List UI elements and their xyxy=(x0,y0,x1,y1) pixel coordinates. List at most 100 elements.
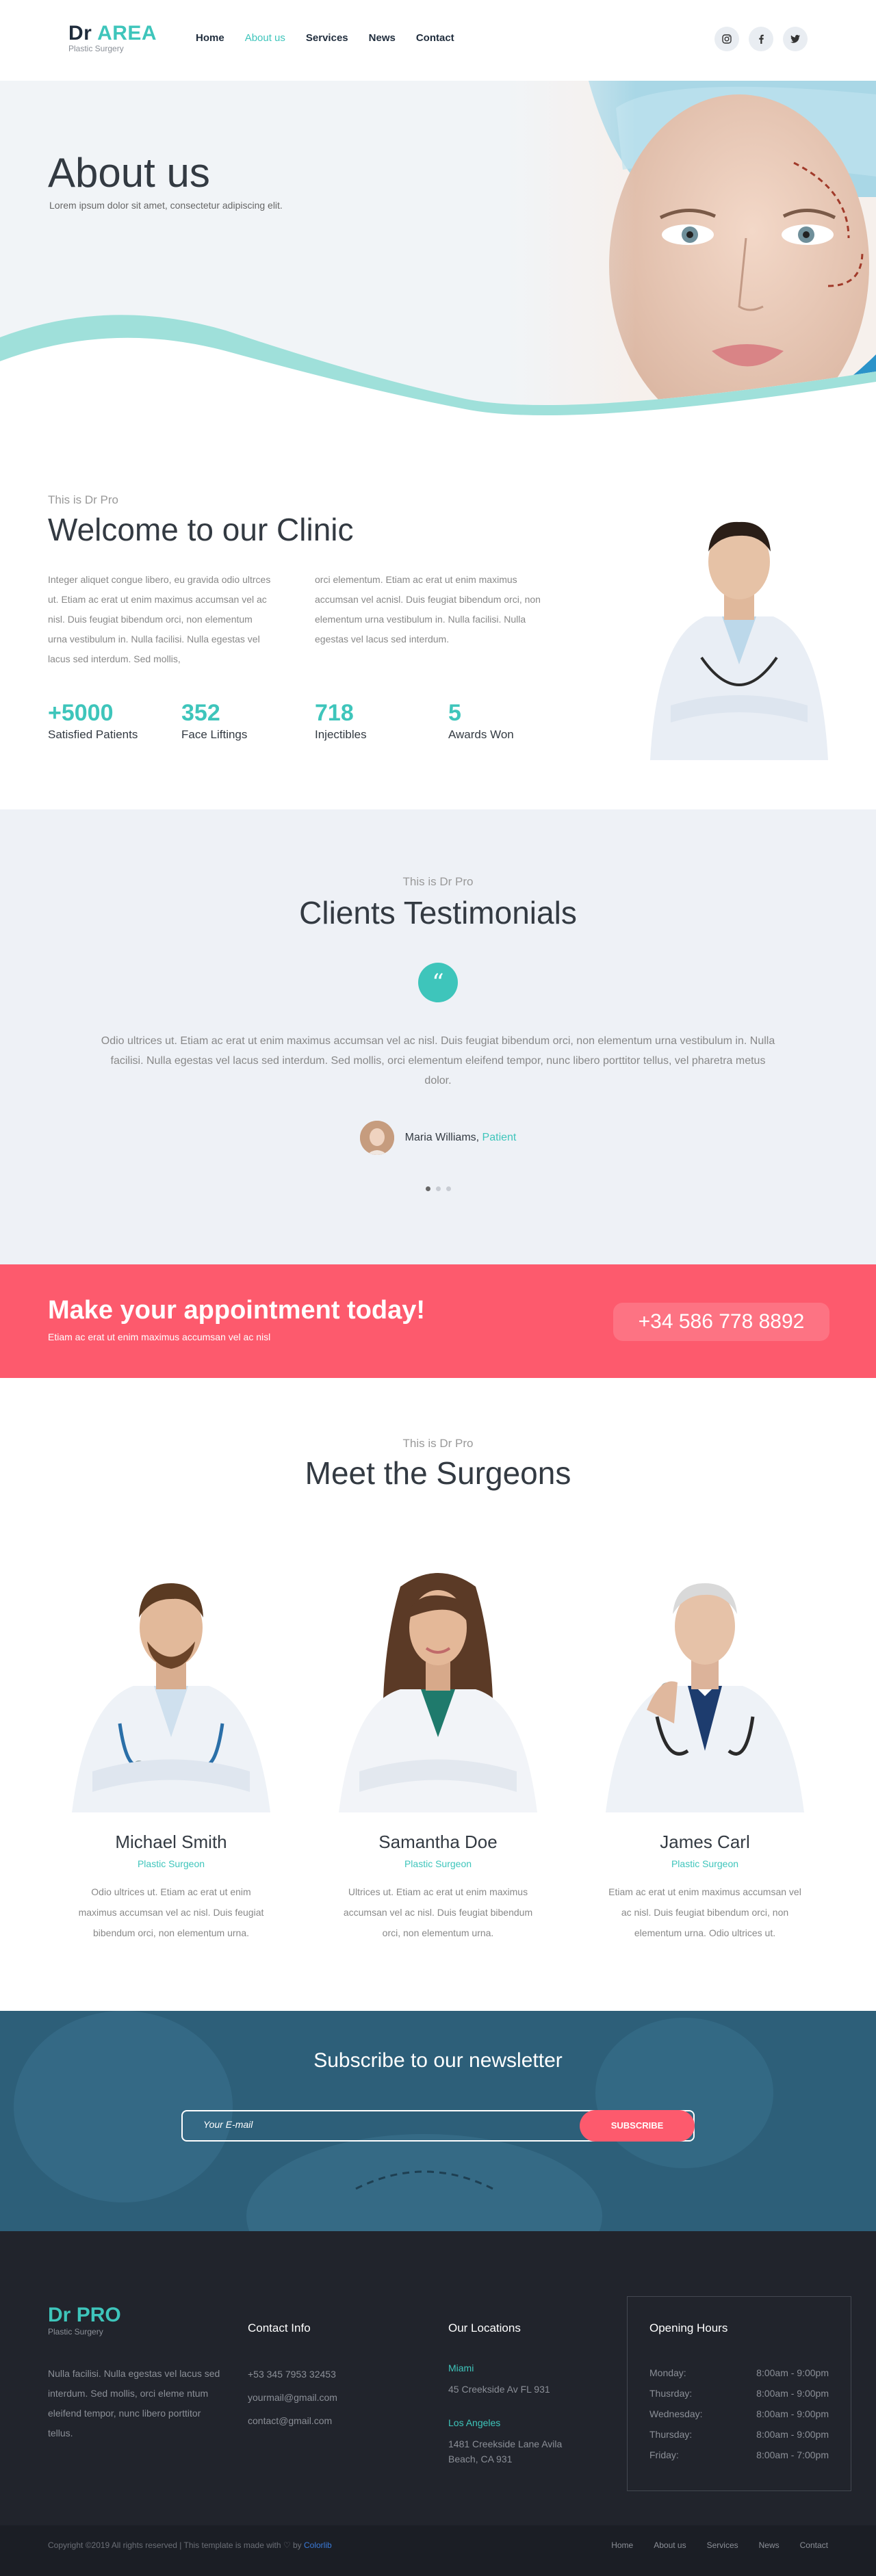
surgeons-section: This is Dr Pro Meet the Surgeons Michael… xyxy=(0,1378,876,2011)
email-input[interactable] xyxy=(203,2119,477,2130)
author-name: Maria Williams, Patient xyxy=(405,1132,517,1144)
nav-about[interactable]: About us xyxy=(245,32,285,44)
stat-item: 718 Injectibles xyxy=(315,700,448,742)
hours-time: 8:00am - 9:00pm xyxy=(756,2388,829,2399)
social-links xyxy=(714,27,808,51)
footer-nav-contact[interactable]: Contact xyxy=(800,2540,828,2550)
surgeon-description: Odio ultrices ut. Etiam ac erat ut enim … xyxy=(78,1886,264,1938)
doctor-photo xyxy=(650,521,828,760)
surgeon-role: Plastic Surgeon xyxy=(404,1858,472,1869)
newsletter-title: Subscribe to our newsletter xyxy=(313,2049,563,2072)
footer-nav-services[interactable]: Services xyxy=(707,2540,738,2550)
hours-row: Thursday: 8:00am - 9:00pm xyxy=(649,2424,829,2445)
opening-hours-box: Opening Hours Monday: 8:00am - 9:00pm Thu… xyxy=(627,2296,851,2491)
carousel-dot[interactable] xyxy=(435,1186,441,1191)
stat-number: +5000 xyxy=(48,700,114,726)
stat-item: +5000 Satisfied Patients xyxy=(48,700,181,742)
hours-time: 8:00am - 9:00pm xyxy=(756,2408,829,2419)
hero-subtitle: Lorem ipsum dolor sit amet, consectetur … xyxy=(49,200,283,211)
surgeon-name: Samantha Doe xyxy=(378,1832,498,1852)
main-nav: Home About us Services News Contact xyxy=(196,32,475,44)
facebook-icon[interactable] xyxy=(749,27,773,51)
surgeon-description: Etiam ac erat ut enim maximus accumsan v… xyxy=(608,1886,801,1938)
appointment-banner: Make your appointment today! Etiam ac er… xyxy=(0,1264,876,1378)
hours-day: Monday: xyxy=(649,2367,686,2378)
hero-wave-decoration xyxy=(0,315,876,426)
surgeon-photo xyxy=(592,1546,818,1812)
footer-logo-subtitle: Plastic Surgery xyxy=(48,2327,103,2337)
newsletter-section: Subscribe to our newsletter SUBSCRIBE xyxy=(0,2011,876,2231)
welcome-section: This is Dr Pro Welcome to our Clinic Int… xyxy=(0,426,876,809)
hours-time: 8:00am - 7:00pm xyxy=(756,2449,829,2460)
footer-nav-news[interactable]: News xyxy=(759,2540,780,2550)
carousel-dots xyxy=(0,1186,876,1191)
footer-logo-main: Dr xyxy=(48,2304,77,2326)
stat-label: Awards Won xyxy=(448,728,514,741)
surgeon-description: Ultrices ut. Etiam ac erat ut enim maxim… xyxy=(343,1886,533,1938)
stat-number: 718 xyxy=(315,700,354,726)
copyright-text: Copyright ©2019 All rights reserved | Th… xyxy=(48,2540,332,2550)
footer-nav-home[interactable]: Home xyxy=(611,2540,633,2550)
quote-icon: “ xyxy=(418,963,458,1002)
author-role: Patient xyxy=(482,1132,517,1143)
footer-logo-accent: PRO xyxy=(76,2304,121,2326)
stat-number: 5 xyxy=(448,700,461,726)
newsletter-form: SUBSCRIBE xyxy=(181,2110,695,2142)
surgeon-photo xyxy=(58,1546,284,1812)
footer-nav-about[interactable]: About us xyxy=(654,2540,686,2550)
footer-locations-title: Our Locations xyxy=(448,2321,521,2334)
footer-logo-text: Dr PRO xyxy=(48,2304,121,2327)
appointment-title: Make your appointment today! xyxy=(48,1296,426,1325)
welcome-text-col-2: orci elementum. Etiam ac erat ut enim ma… xyxy=(315,574,541,645)
location-city: Miami xyxy=(448,2363,474,2373)
surgeons-eyebrow: This is Dr Pro xyxy=(402,1437,474,1450)
logo-subtitle: Plastic Surgery xyxy=(68,44,124,53)
site-logo[interactable]: Dr AREA Plastic Surgery xyxy=(68,22,157,53)
twitter-icon[interactable] xyxy=(783,27,808,51)
footer-bottom-bar: Copyright ©2019 All rights reserved | Th… xyxy=(0,2525,876,2576)
stat-item: 352 Face Liftings xyxy=(181,700,315,742)
testimonial-author: Maria Williams, Patient xyxy=(0,1121,876,1155)
footer-contact-title: Contact Info xyxy=(248,2321,311,2334)
colorlib-link[interactable]: Colorlib xyxy=(304,2540,332,2550)
footer-locations: Our Locations Miami 45 Creekside Av FL 9… xyxy=(448,2321,585,2487)
logo-accent: AREA xyxy=(97,22,157,44)
testimonial-text: Odio ultrices ut. Etiam ac erat ut enim … xyxy=(101,1035,775,1087)
hours-row: Wednesday: 8:00am - 9:00pm xyxy=(649,2404,829,2424)
logo-text: Dr AREA xyxy=(68,22,157,45)
carousel-dot[interactable] xyxy=(425,1186,430,1191)
site-footer: Dr PRO Plastic Surgery Nulla facilisi. N… xyxy=(0,2231,876,2525)
welcome-title: Welcome to our Clinic xyxy=(48,512,354,547)
hours-day: Thusrday: xyxy=(649,2388,693,2399)
nav-contact[interactable]: Contact xyxy=(416,32,454,44)
testimonials-title: Clients Testimonials xyxy=(299,895,577,931)
footer-logo[interactable]: Dr PRO Plastic Surgery xyxy=(48,2304,121,2337)
footer-phone[interactable]: +53 345 7953 32453 xyxy=(248,2363,337,2386)
location-address: 1481 Creekside Lane Avila Beach, CA 931 xyxy=(448,2438,563,2464)
hero-banner: About us Lorem ipsum dolor sit amet, con… xyxy=(0,81,876,426)
hours-day: Friday: xyxy=(649,2449,679,2460)
nav-services[interactable]: Services xyxy=(306,32,348,44)
hours-time: 8:00am - 9:00pm xyxy=(756,2367,829,2378)
welcome-eyebrow: This is Dr Pro xyxy=(48,493,118,506)
location-city: Los Angeles xyxy=(448,2417,501,2428)
hours-time: 8:00am - 9:00pm xyxy=(756,2429,829,2440)
subscribe-button[interactable]: SUBSCRIBE xyxy=(580,2110,695,2142)
surgeon-name: James Carl xyxy=(660,1832,750,1852)
footer-email[interactable]: contact@gmail.com xyxy=(248,2409,337,2432)
copyright-main: Copyright ©2019 All rights reserved | Th… xyxy=(48,2540,304,2550)
carousel-dot[interactable] xyxy=(446,1186,451,1191)
testimonials-section: This is Dr Pro Clients Testimonials “ Od… xyxy=(0,809,876,1264)
surgeon-card: James Carl Plastic Surgeon Etiam ac erat… xyxy=(592,1546,818,1943)
nav-home[interactable]: Home xyxy=(196,32,224,44)
stat-label: Injectibles xyxy=(315,728,367,741)
nav-news[interactable]: News xyxy=(369,32,396,44)
instagram-icon[interactable] xyxy=(714,27,739,51)
phone-button[interactable]: +34 586 778 8892 xyxy=(613,1303,829,1341)
hours-day: Thursday: xyxy=(649,2429,693,2440)
welcome-text-col-1: Integer aliquet congue libero, eu gravid… xyxy=(48,574,271,664)
footer-email[interactable]: yourmail@gmail.com xyxy=(248,2386,337,2409)
surgeons-title: Meet the Surgeons xyxy=(305,1455,571,1491)
stat-item: 5 Awards Won xyxy=(448,700,582,742)
surgeon-card: Michael Smith Plastic Surgeon Odio ultri… xyxy=(58,1546,284,1943)
